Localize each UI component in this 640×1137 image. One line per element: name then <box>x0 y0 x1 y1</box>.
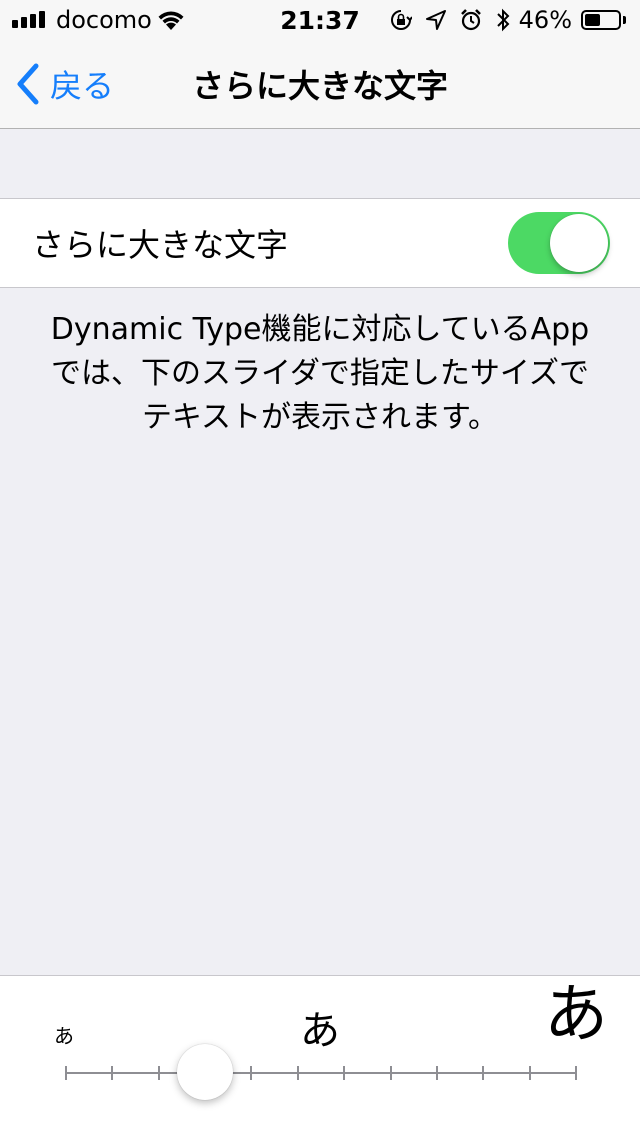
slider-tick <box>528 1066 531 1080</box>
text-size-slider-thumb[interactable] <box>177 1044 234 1100</box>
location-icon <box>426 10 446 30</box>
text-size-slider-panel: あ あ あ <box>0 975 640 1137</box>
slider-tick <box>250 1066 253 1080</box>
alarm-icon <box>461 9 481 31</box>
slider-tick <box>157 1066 160 1080</box>
small-text-sample: あ <box>54 1024 74 1048</box>
bluetooth-icon <box>497 8 510 32</box>
rotation-lock-icon <box>391 10 412 30</box>
back-button[interactable]: 戻る <box>16 40 114 128</box>
status-icons <box>390 0 510 40</box>
description-text: Dynamic Type機能に対応しているAppでは、下のスライダで指定したサイ… <box>50 312 590 435</box>
slider-tick <box>575 1066 577 1080</box>
battery-percent: 46% <box>518 6 572 34</box>
larger-text-label: さらに大きな文字 <box>32 226 289 264</box>
chevron-left-icon <box>17 63 39 105</box>
back-button-label: 戻る <box>50 67 115 105</box>
large-text-sample: あ <box>544 978 608 1052</box>
battery-icon <box>581 0 626 40</box>
status-bar: docomo 21:37 46% <box>0 0 640 40</box>
slider-tick <box>111 1066 114 1080</box>
larger-text-toggle[interactable] <box>508 212 610 274</box>
slider-tick <box>389 1066 392 1080</box>
slider-tick <box>343 1066 346 1080</box>
navigation-bar: さらに大きな文字 戻る <box>0 40 640 129</box>
larger-text-cell: さらに大きな文字 <box>0 198 640 288</box>
text-size-slider-track[interactable] <box>65 1066 577 1080</box>
slider-tick <box>482 1066 485 1080</box>
slider-tick <box>65 1066 67 1080</box>
slider-tick <box>435 1066 438 1080</box>
slider-tick <box>296 1066 299 1080</box>
toggle-knob <box>550 214 608 272</box>
medium-text-sample: あ <box>300 1008 340 1054</box>
